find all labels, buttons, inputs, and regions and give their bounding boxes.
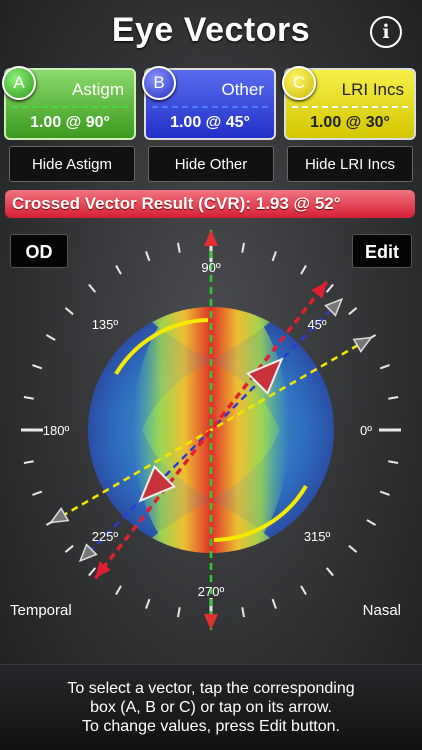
angle-label-0: 0º [360, 423, 372, 438]
hide-lri-button[interactable]: Hide LRI Incs [287, 146, 413, 182]
angle-label-270: 270º [198, 584, 225, 599]
dial-tick [379, 490, 390, 496]
dial-tick [88, 567, 97, 577]
astigm-arrow-tail[interactable] [204, 614, 218, 630]
angle-label-45: 45º [307, 317, 326, 332]
vector-c-line [292, 106, 408, 108]
instruction-line-3: To change values, press Edit button. [82, 718, 340, 735]
badge-b: B [142, 66, 176, 100]
dial-tick [271, 251, 277, 262]
vector-dial[interactable]: 90º 45º 0º 315º 270º 225º 180º 135º [0, 228, 422, 658]
dial-tick [241, 607, 245, 618]
dial-tick [145, 598, 151, 609]
dial-tick [177, 242, 181, 253]
edit-button[interactable]: Edit [352, 234, 412, 268]
dial-tick [23, 396, 34, 400]
vector-a-line [12, 106, 128, 108]
info-icon[interactable]: i [370, 16, 402, 48]
result-arrow-head[interactable] [311, 281, 327, 299]
vector-c-value: 1.00 @ 30° [310, 114, 390, 131]
vector-a-value: 1.00 @ 90° [30, 114, 110, 131]
vector-a-name: Astigm [72, 80, 124, 99]
cvr-label: Crossed Vector Result (CVR): [12, 194, 251, 213]
dial-tick [145, 251, 151, 262]
dial-tick [241, 242, 245, 253]
instruction-line-2: box (A, B or C) or tap on its arrow. [90, 699, 332, 716]
vector-b-name: Other [221, 80, 264, 99]
vector-b-line [152, 106, 268, 108]
angle-label-135: 135º [92, 317, 119, 332]
dial-tick [23, 460, 34, 464]
dial-tick [325, 567, 334, 577]
dial-tick [64, 544, 74, 553]
vector-box-c[interactable]: C LRI Incs 1.00 @ 30° [282, 66, 416, 140]
dial-tick [45, 334, 56, 341]
instructions-panel: To select a vector, tap the correspondin… [0, 664, 422, 750]
lri-arrow-head[interactable] [352, 336, 373, 353]
angle-label-315: 315º [304, 529, 331, 544]
dial-tick [300, 264, 307, 275]
vector-b-value: 1.00 @ 45° [170, 114, 250, 131]
hide-other-button[interactable]: Hide Other [148, 146, 274, 182]
cvr-result-bar: Crossed Vector Result (CVR): 1.93 @ 52° [5, 190, 415, 218]
dial-tick [300, 585, 307, 596]
badge-c: C [282, 66, 316, 100]
dial-tick [32, 364, 43, 370]
vector-c-name: LRI Incs [341, 80, 404, 99]
dial-tick [348, 544, 358, 553]
cvr-value: 1.93 @ 52° [255, 194, 341, 213]
dial-tick [366, 519, 377, 526]
other-arrow-tail[interactable] [78, 543, 98, 563]
dial-tick [88, 283, 97, 293]
temporal-label: Temporal [10, 602, 72, 619]
dial-tick [177, 607, 181, 618]
lri-arrow-tail[interactable] [49, 507, 70, 524]
result-arrow-tail[interactable] [95, 561, 111, 579]
dial-tick [388, 396, 399, 400]
dial-tick [348, 307, 358, 316]
badge-a: A [2, 66, 36, 100]
dial-tick [379, 364, 390, 370]
hide-astigm-button[interactable]: Hide Astigm [9, 146, 135, 182]
nasal-label: Nasal [362, 602, 401, 619]
instruction-line-1: To select a vector, tap the correspondin… [67, 680, 355, 697]
angle-label-180: 180º [43, 423, 70, 438]
vector-box-a[interactable]: A Astigm 1.00 @ 90° [2, 66, 136, 140]
dial-tick [32, 490, 43, 496]
angle-label-90: 90º [201, 260, 220, 275]
dial-tick [115, 585, 122, 596]
dial-tick [115, 264, 122, 275]
dial-tick [271, 598, 277, 609]
astigm-arrow-head[interactable] [204, 230, 218, 246]
dial-tick [64, 307, 74, 316]
vector-box-b[interactable]: B Other 1.00 @ 45° [142, 66, 276, 140]
dial-tick [325, 283, 334, 293]
angle-label-225: 225º [92, 529, 119, 544]
dial-tick [388, 460, 399, 464]
app-title: Eye Vectors [111, 11, 311, 49]
od-button[interactable]: OD [10, 234, 68, 268]
